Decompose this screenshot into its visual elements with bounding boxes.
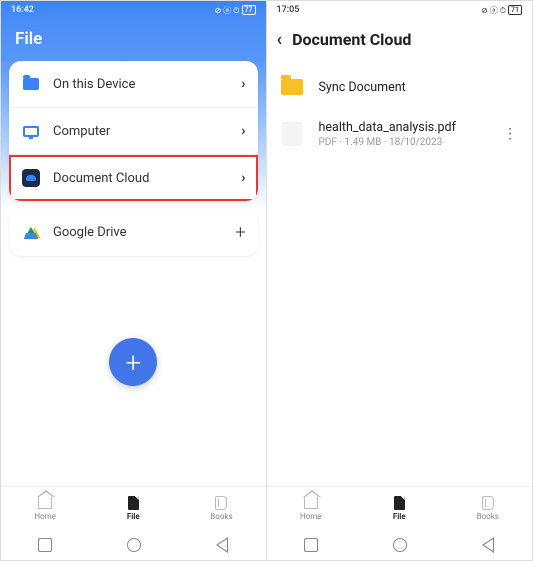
bottom-tab-nav: Home File Books — [1, 486, 266, 530]
more-options-button[interactable]: ⋮ — [499, 126, 520, 142]
file-item-pdf[interactable]: health_data_analysis.pdf PDF · 1.49 MB ·… — [267, 110, 533, 158]
computer-icon — [21, 121, 41, 141]
bottom-tab-nav: Home File Books — [267, 486, 533, 530]
header: ‹ Document Cloud — [267, 19, 533, 62]
document-icon — [279, 121, 305, 147]
back-button[interactable] — [482, 537, 494, 553]
plus-icon: + — [235, 222, 245, 243]
system-nav-bar — [1, 530, 266, 560]
tab-label: Books — [210, 512, 232, 521]
file-info: Sync Document — [319, 80, 521, 95]
menu-item-label: Computer — [53, 124, 241, 139]
status-indicators: ⊘ ⓐ ⏱ 77 — [215, 5, 256, 16]
back-button[interactable] — [216, 537, 228, 553]
file-meta: PDF · 1.49 MB · 18/10/2023 — [319, 137, 500, 148]
status-time: 16:42 — [11, 5, 34, 15]
chevron-right-icon: › — [241, 76, 245, 92]
menu-item-label: On this Device — [53, 77, 241, 92]
file-icon — [391, 496, 407, 510]
tab-home[interactable]: Home — [1, 487, 89, 530]
back-button[interactable]: ‹ — [277, 29, 283, 50]
add-fab-button[interactable]: + — [109, 338, 157, 386]
tab-label: Books — [477, 512, 499, 521]
page-title: File — [15, 29, 252, 49]
plus-icon: + — [125, 346, 141, 379]
folder-name: Sync Document — [319, 80, 521, 95]
tab-label: File — [127, 512, 140, 521]
chevron-right-icon: › — [241, 123, 245, 139]
tab-file[interactable]: File — [355, 487, 444, 530]
file-list: Sync Document health_data_analysis.pdf P… — [267, 62, 533, 486]
status-time: 17:05 — [277, 5, 300, 15]
menu-item-google-drive[interactable]: Google Drive + — [9, 209, 258, 256]
tab-label: File — [393, 512, 406, 521]
tab-home[interactable]: Home — [267, 487, 356, 530]
tab-label: Home — [34, 512, 56, 521]
chevron-right-icon: › — [241, 170, 245, 186]
tab-label: Home — [300, 512, 322, 521]
tab-books[interactable]: Books — [444, 487, 533, 530]
storage-menu-card: On this Device › Computer › Document Clo… — [9, 61, 258, 201]
file-icon — [125, 496, 141, 510]
status-bar: 16:42 ⊘ ⓐ ⏱ 77 — [1, 1, 266, 19]
screen-file-browser: 16:42 ⊘ ⓐ ⏱ 77 File On this Device › Com… — [1, 1, 267, 560]
file-name: health_data_analysis.pdf — [319, 120, 500, 135]
home-button[interactable] — [127, 538, 141, 552]
folder-icon — [21, 74, 41, 94]
storage-menu-card-external: Google Drive + — [9, 209, 258, 256]
file-info: health_data_analysis.pdf PDF · 1.49 MB ·… — [319, 120, 500, 148]
home-button[interactable] — [393, 538, 407, 552]
system-nav-bar — [267, 530, 533, 560]
folder-icon — [279, 74, 305, 100]
menu-item-on-this-device[interactable]: On this Device › — [9, 61, 258, 108]
status-indicators: ⊘ ⓐ ⏱ 71 — [481, 5, 522, 16]
books-icon — [480, 496, 496, 510]
google-drive-icon — [21, 223, 41, 243]
screen-document-cloud: 17:05 ⊘ ⓐ ⏱ 71 ‹ Document Cloud Sync Doc… — [267, 1, 533, 560]
menu-area: On this Device › Computer › Document Clo… — [1, 61, 266, 486]
status-bar: 17:05 ⊘ ⓐ ⏱ 71 — [267, 1, 533, 19]
menu-item-computer[interactable]: Computer › — [9, 108, 258, 155]
cloud-icon — [21, 168, 41, 188]
folder-item-sync-document[interactable]: Sync Document — [267, 64, 533, 110]
menu-item-document-cloud[interactable]: Document Cloud › — [9, 155, 258, 201]
menu-item-label: Google Drive — [53, 225, 235, 240]
tab-file[interactable]: File — [89, 487, 177, 530]
home-icon — [303, 496, 319, 510]
menu-item-label: Document Cloud — [53, 171, 241, 186]
page-title: Document Cloud — [292, 30, 411, 49]
recents-button[interactable] — [304, 538, 318, 552]
books-icon — [213, 496, 229, 510]
recents-button[interactable] — [38, 538, 52, 552]
tab-books[interactable]: Books — [177, 487, 265, 530]
home-icon — [37, 496, 53, 510]
